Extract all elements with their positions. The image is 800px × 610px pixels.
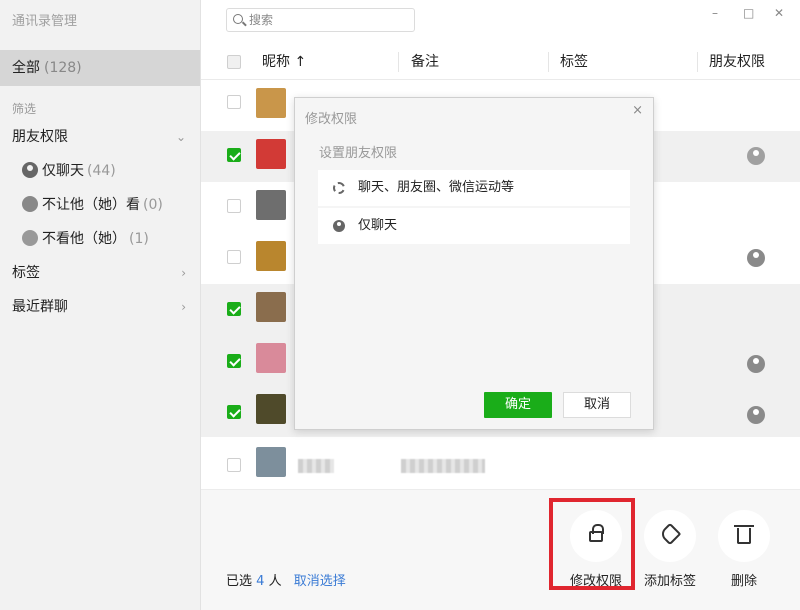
sidebar-item-friend-permission[interactable]: 朋友权限 ⌄ [0,121,200,153]
avatar [256,190,286,220]
sidebar-item-all[interactable]: 全部 (128) [0,50,200,86]
avatar [256,292,286,322]
cancel-button[interactable]: 取消 [563,392,631,418]
option-label: 聊天、朋友圈、微信运动等 [358,180,515,195]
lock-person-icon [22,196,38,212]
action-circle [644,510,696,562]
column-divider [398,52,399,72]
sidebar-item-hide-moments[interactable]: 不让他（她）看 (0) [0,189,200,221]
option-chat-only[interactable]: 仅聊天 [318,208,630,244]
highlight-box [549,498,635,590]
selected-suffix: 人 [268,574,282,589]
action-label: 删除 [730,574,757,589]
avatar [256,394,286,424]
option-chat-moments-werun[interactable]: 聊天、朋友圈、微信运动等 [318,170,630,206]
avatar [256,88,286,118]
select-all-checkbox[interactable] [227,55,241,69]
tag-icon [658,522,682,546]
delete-button[interactable]: 删除 [704,510,784,589]
column-divider [697,52,698,72]
close-button[interactable]: ✕ [774,6,784,20]
person-icon [747,249,765,267]
sidebar-item-recent-groups[interactable]: 最近群聊 › [0,291,200,323]
maximize-button[interactable]: □ [743,6,754,20]
person-icon [747,406,765,424]
person-icon [22,162,38,178]
search-placeholder: 搜索 [249,13,274,27]
sidebar-item-label: 全部 [12,60,40,76]
action-label: 添加标签 [643,574,696,589]
bottom-action-bar: 已选 4 人 取消选择 修改权限 添加标签 删除 [201,489,800,610]
sidebar-item-label: 不看他（她） [42,231,126,247]
avatar [256,447,286,477]
table-row[interactable] [201,439,800,490]
avatar [256,139,286,169]
row-checkbox[interactable] [227,405,241,419]
row-checkbox[interactable] [227,199,241,213]
action-circle [718,510,770,562]
confirm-button[interactable]: 确定 [484,392,552,418]
sidebar-item-count: (0) [143,197,163,213]
table-header: 昵称 ↑ 备注 标签 朋友权限 [201,44,800,80]
row-checkbox[interactable] [227,95,241,109]
sidebar-item-label: 不让他（她）看 [42,197,140,213]
modify-permission-dialog: 修改权限 × 设置朋友权限 聊天、朋友圈、微信运动等 仅聊天 确定 取消 [294,97,654,430]
eye-hidden-icon [22,230,38,246]
dialog-title: 修改权限 [305,112,358,127]
row-checkbox[interactable] [227,302,241,316]
selection-summary: 已选 4 人 取消选择 [226,570,346,589]
sidebar-item-tags[interactable]: 标签 › [0,257,200,289]
row-checkbox[interactable] [227,148,241,162]
sidebar-item-count: (44) [87,163,116,179]
avatar [256,241,286,271]
person-icon [333,220,345,232]
column-remark[interactable]: 备注 [411,44,439,80]
column-permission[interactable]: 朋友权限 [709,44,765,80]
row-checkbox[interactable] [227,354,241,368]
sidebar-item-label: 最近群聊 [12,299,68,315]
sidebar-item-label: 标签 [12,265,40,281]
option-label: 仅聊天 [358,218,398,233]
minimize-button[interactable]: – [712,6,718,20]
chevron-right-icon: › [181,266,186,280]
sidebar-item-label: 朋友权限 [12,129,68,145]
sidebar-item-chat-only[interactable]: 仅聊天 (44) [0,155,200,187]
add-tag-button[interactable]: 添加标签 [630,510,710,589]
sidebar: 通讯录管理 全部 (128) 筛选 朋友权限 ⌄ 仅聊天 (44) 不让他（她）看(… [0,0,201,610]
filter-section-label: 筛选 [12,102,37,116]
dialog-close-button[interactable]: × [632,103,643,118]
eye-hidden-icon [747,147,765,165]
chevron-down-icon: ⌄ [175,130,186,144]
column-nickname[interactable]: 昵称 ↑ [262,44,306,80]
sidebar-item-count: (128) [44,60,82,76]
dialog-subtitle: 设置朋友权限 [319,146,398,161]
person-icon [747,355,765,373]
trash-icon [734,525,754,544]
search-icon [233,14,243,24]
row-checkbox[interactable] [227,458,241,472]
sidebar-item-count: (1) [129,231,149,247]
row-checkbox[interactable] [227,250,241,264]
sidebar-item-label: 仅聊天 [42,163,84,179]
loading-dash-icon [333,182,345,194]
sidebar-item-dont-view[interactable]: 不看他（她） (1) [0,223,200,255]
selected-prefix: 已选 [226,574,253,589]
chevron-right-icon: › [181,300,186,314]
blurred-nickname [298,459,334,473]
avatar [256,343,286,373]
column-tag[interactable]: 标签 [560,44,588,80]
app-title: 通讯录管理 [12,14,78,29]
column-divider [548,52,549,72]
blurred-remark [401,459,485,473]
cancel-selection-link[interactable]: 取消选择 [294,574,346,589]
search-input[interactable]: 搜索 [226,8,415,32]
selected-count: 4 [256,574,265,589]
